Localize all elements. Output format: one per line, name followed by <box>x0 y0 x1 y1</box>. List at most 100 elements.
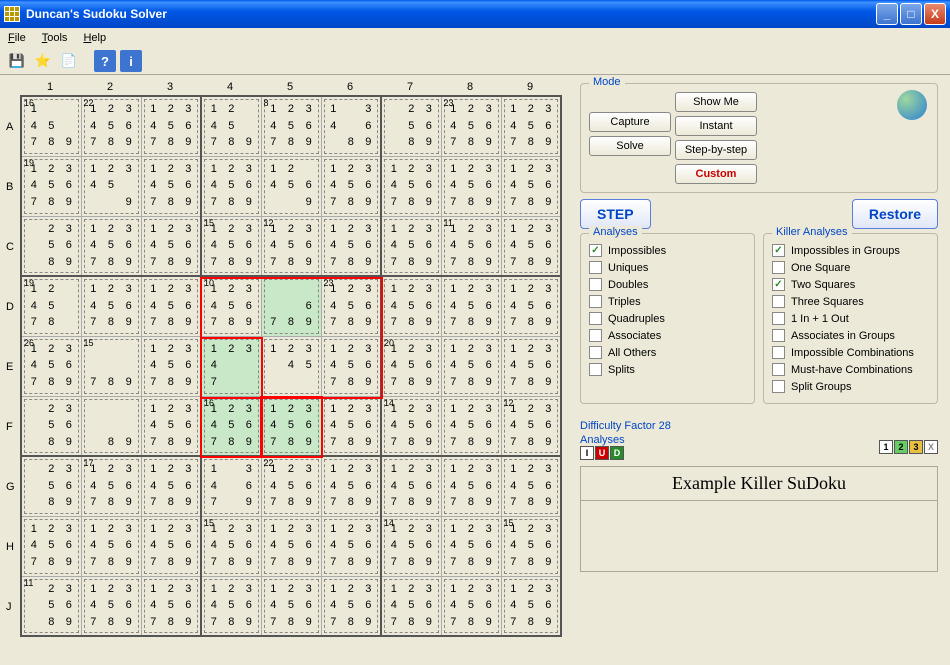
cell[interactable]: 124569 <box>261 156 321 216</box>
cell[interactable]: 134689 <box>321 96 381 156</box>
cell[interactable]: 123456789 <box>141 216 201 276</box>
cell[interactable]: 15123456789 <box>201 516 261 576</box>
cell[interactable]: 16145789 <box>21 96 81 156</box>
checkbox-row[interactable]: Triples <box>589 293 746 310</box>
checkbox-row[interactable]: Doubles <box>589 276 746 293</box>
minimize-button[interactable]: _ <box>876 3 898 25</box>
star-icon[interactable]: ⭐ <box>32 50 54 72</box>
cell[interactable]: 12345 <box>261 336 321 396</box>
checkbox-row[interactable]: ✓Impossibles in Groups <box>772 242 929 259</box>
checkbox-icon[interactable] <box>772 346 785 359</box>
save-icon[interactable]: 💾 <box>6 50 28 72</box>
checkbox-icon[interactable] <box>589 363 602 376</box>
checkbox-icon[interactable] <box>589 312 602 325</box>
menu-help[interactable]: Help <box>83 32 106 44</box>
cell[interactable]: 123456789 <box>141 456 201 516</box>
cell[interactable]: 123456789 <box>141 516 201 576</box>
checkbox-row[interactable]: Impossible Combinations <box>772 344 929 361</box>
cell[interactable]: 89 <box>81 396 141 456</box>
cell[interactable]: 12123456789 <box>501 396 561 456</box>
cell[interactable]: 235689 <box>21 216 81 276</box>
close-button[interactable]: X <box>924 3 946 25</box>
cell[interactable]: 235689 <box>381 96 441 156</box>
cell[interactable]: 123456789 <box>81 216 141 276</box>
cell[interactable]: 123456789 <box>381 156 441 216</box>
cell[interactable]: 19124578 <box>21 276 81 336</box>
cell[interactable]: 123456789 <box>321 396 381 456</box>
cell[interactable]: 123456789 <box>81 276 141 336</box>
checkbox-row[interactable]: Associates in Groups <box>772 327 929 344</box>
cell[interactable]: 14123456789 <box>381 516 441 576</box>
cell[interactable]: 19123456789 <box>21 156 81 216</box>
cell[interactable]: 123456789 <box>381 276 441 336</box>
restore-button[interactable]: Restore <box>852 199 938 229</box>
cell[interactable]: 11235689 <box>21 576 81 636</box>
checkbox-icon[interactable] <box>589 278 602 291</box>
stepbystep-button[interactable]: Step-by-step <box>675 140 757 160</box>
cell[interactable]: 123456789 <box>141 156 201 216</box>
cell[interactable]: 123456789 <box>441 576 501 636</box>
cell[interactable]: 123456789 <box>501 276 561 336</box>
cell[interactable]: 123456789 <box>321 216 381 276</box>
cell[interactable]: 134679 <box>201 456 261 516</box>
solve-button[interactable]: Solve <box>589 136 671 156</box>
cell[interactable]: 123456789 <box>501 576 561 636</box>
cell[interactable]: 15123456789 <box>201 216 261 276</box>
checkbox-icon[interactable] <box>589 295 602 308</box>
cell[interactable]: 123456789 <box>201 156 261 216</box>
cell[interactable]: 123456789 <box>501 336 561 396</box>
checkbox-icon[interactable]: ✓ <box>589 244 602 257</box>
cell[interactable]: 123456789 <box>441 516 501 576</box>
checkbox-row[interactable]: ✓Impossibles <box>589 242 746 259</box>
cell[interactable]: 123459 <box>81 156 141 216</box>
custom-button[interactable]: Custom <box>675 164 757 184</box>
cell[interactable]: 123456789 <box>141 276 201 336</box>
cell[interactable]: 123456789 <box>501 96 561 156</box>
cell[interactable]: 123456789 <box>201 576 261 636</box>
info-icon[interactable]: i <box>120 50 142 72</box>
cell[interactable]: 123456789 <box>21 516 81 576</box>
checkbox-icon[interactable] <box>772 261 785 274</box>
cell[interactable]: 8123456789 <box>261 96 321 156</box>
checkbox-row[interactable]: Uniques <box>589 259 746 276</box>
checkbox-icon[interactable] <box>772 295 785 308</box>
checkbox-icon[interactable] <box>589 329 602 342</box>
cell[interactable]: 15123456789 <box>501 516 561 576</box>
checkbox-row[interactable]: Associates <box>589 327 746 344</box>
checkbox-icon[interactable] <box>589 261 602 274</box>
checkbox-icon[interactable] <box>772 363 785 376</box>
cell[interactable]: 12123456789 <box>261 216 321 276</box>
cell[interactable]: 123456789 <box>261 396 321 456</box>
cell[interactable]: 26123456789 <box>21 336 81 396</box>
cell[interactable]: 123456789 <box>261 576 321 636</box>
checkbox-icon[interactable] <box>772 380 785 393</box>
cell[interactable]: 123456789 <box>321 456 381 516</box>
cell[interactable]: 123456789 <box>381 456 441 516</box>
instant-button[interactable]: Instant <box>675 116 757 136</box>
cell[interactable]: 123456789 <box>81 516 141 576</box>
cell[interactable]: 22123456789 <box>81 96 141 156</box>
checkbox-row[interactable]: Must-have Combinations <box>772 361 929 378</box>
cell[interactable]: 123456789 <box>141 396 201 456</box>
cell[interactable]: 12347 <box>201 336 261 396</box>
cell[interactable]: 17123456789 <box>81 456 141 516</box>
checkbox-icon[interactable] <box>772 312 785 325</box>
cell[interactable]: 15789 <box>81 336 141 396</box>
cell[interactable]: 23123456789 <box>441 96 501 156</box>
cell[interactable]: 123456789 <box>321 516 381 576</box>
menu-tools[interactable]: Tools <box>42 32 68 44</box>
cell[interactable]: 123456789 <box>441 276 501 336</box>
checkbox-row[interactable]: All Others <box>589 344 746 361</box>
cell[interactable]: 123456789 <box>501 456 561 516</box>
cell[interactable]: 123456789 <box>501 156 561 216</box>
globe-icon[interactable] <box>897 90 927 120</box>
checkbox-row[interactable]: Quadruples <box>589 310 746 327</box>
step-button[interactable]: STEP <box>580 199 651 229</box>
cell[interactable]: 235689 <box>21 396 81 456</box>
cell[interactable]: 123456789 <box>501 216 561 276</box>
cell[interactable]: 1245789 <box>201 96 261 156</box>
cell[interactable]: 20123456789 <box>381 336 441 396</box>
checkbox-icon[interactable]: ✓ <box>772 244 785 257</box>
cell[interactable]: 123456789 <box>141 96 201 156</box>
cell[interactable]: 123456789 <box>321 336 381 396</box>
